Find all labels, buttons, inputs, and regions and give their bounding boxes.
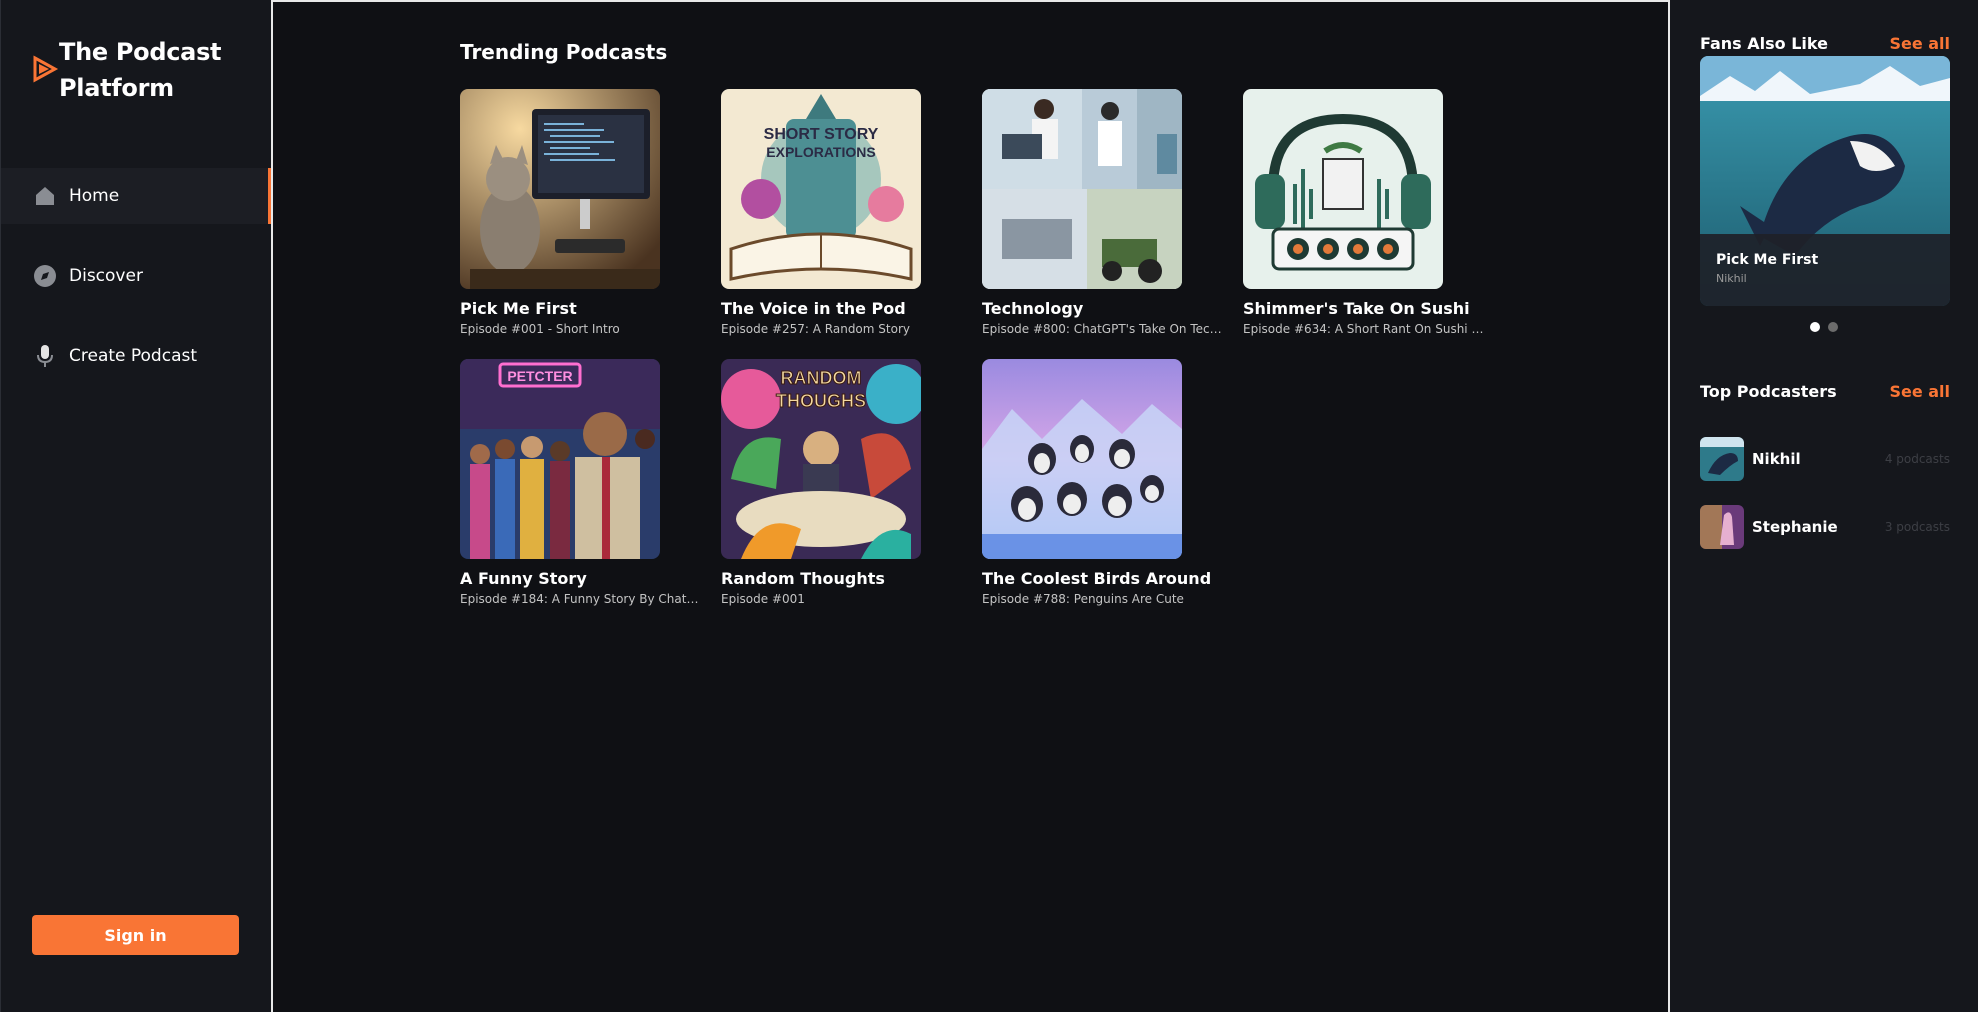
podcast-title: The Voice in the Pod <box>721 299 906 318</box>
compass-icon <box>33 264 57 288</box>
carousel-dot-1[interactable] <box>1810 322 1820 332</box>
podcast-card[interactable]: Shimmer's Take On Sushi Episode #634: A … <box>1243 89 1504 336</box>
svg-text:PETCTER: PETCTER <box>507 368 572 384</box>
fans-also-like-header: Fans Also Like See all <box>1700 34 1950 53</box>
nav-label-home: Home <box>69 186 120 206</box>
fans-carousel-slide[interactable]: Pick Me First Nikhil <box>1700 56 1950 306</box>
main-content: Trending Podcasts Pick Me First Episode … <box>271 0 1670 1012</box>
podcast-logo-icon <box>31 54 59 84</box>
podcast-episode: Episode #001 <box>721 592 805 606</box>
podcast-card[interactable]: Technology Episode #800: ChatGPT's Take … <box>982 89 1243 336</box>
carousel-caption: Pick Me First Nikhil <box>1700 234 1950 306</box>
fans-see-all-link[interactable]: See all <box>1889 34 1950 53</box>
avatar <box>1700 437 1744 481</box>
microphone-icon <box>33 344 57 368</box>
podcast-cover <box>460 89 660 289</box>
section-title: Trending Podcasts <box>460 40 668 64</box>
podcaster-name: Stephanie <box>1752 518 1838 536</box>
podcast-cover <box>982 359 1182 559</box>
nav-label-discover: Discover <box>69 266 143 286</box>
podcast-episode: Episode #184: A Funny Story By ChatGPT <box>460 592 706 606</box>
podcast-title: Random Thoughts <box>721 569 885 588</box>
nav-label-create-podcast: Create Podcast <box>69 346 198 366</box>
avatar <box>1700 505 1744 549</box>
carousel-pagination <box>1810 322 1838 332</box>
podcaster-count: 4 podcasts <box>1884 452 1950 466</box>
nav-item-home[interactable]: Home <box>1 168 272 224</box>
podcast-cover: SHORT STORY EXPLORATIONS <box>721 89 921 289</box>
brand[interactable]: The Podcast Platform <box>31 34 259 106</box>
podcast-title: A Funny Story <box>460 569 587 588</box>
podcast-cover <box>982 89 1182 289</box>
podcast-title: Technology <box>982 299 1084 318</box>
podcast-card[interactable]: Pick Me First Episode #001 - Short Intro <box>460 89 721 336</box>
home-icon <box>33 184 57 208</box>
podcast-title: Shimmer's Take On Sushi <box>1243 299 1470 318</box>
sign-in-button[interactable]: Sign in <box>32 915 239 955</box>
podcast-title: The Coolest Birds Around <box>982 569 1212 588</box>
podcaster-item[interactable]: Stephanie 3 podcasts <box>1700 504 1950 550</box>
left-sidebar: The Podcast Platform Home Discover Creat… <box>0 0 272 1012</box>
podcaster-count: 3 podcasts <box>1884 520 1950 534</box>
top-podcasters-header: Top Podcasters See all <box>1700 382 1950 401</box>
podcast-episode: Episode #800: ChatGPT's Take On Technolo… <box>982 322 1228 336</box>
podcast-episode: Episode #001 - Short Intro <box>460 322 620 336</box>
podcast-cover: PETCTER <box>460 359 660 559</box>
podcast-cover: RANDOM THOUGHS <box>721 359 921 559</box>
podcast-episode: Episode #788: Penguins Are Cute <box>982 592 1184 606</box>
podcast-card[interactable]: PETCTER A Funny Story Episode #184: A Fu… <box>460 359 721 606</box>
podcast-card[interactable]: SHORT STORY EXPLORATIONS The Voice in th… <box>721 89 982 336</box>
podcast-card[interactable]: RANDOM THOUGHS Random Thoughts Episode #… <box>721 359 982 606</box>
podcast-cover <box>1243 89 1443 289</box>
svg-text:EXPLORATIONS: EXPLORATIONS <box>766 144 875 160</box>
right-sidebar: Fans Also Like See all Pick Me First Nik… <box>1670 0 1978 1012</box>
nav-item-create-podcast[interactable]: Create Podcast <box>1 328 272 384</box>
podcast-episode: Episode #257: A Random Story <box>721 322 910 336</box>
top-podcasters-title: Top Podcasters <box>1700 382 1837 401</box>
svg-text:THOUGHS: THOUGHS <box>776 391 866 411</box>
podcast-card[interactable]: The Coolest Birds Around Episode #788: P… <box>982 359 1243 606</box>
podcast-episode: Episode #634: A Short Rant On Sushi By S… <box>1243 322 1489 336</box>
top-podcasters-see-all-link[interactable]: See all <box>1889 382 1950 401</box>
podcast-title: Pick Me First <box>460 299 577 318</box>
podcaster-name: Nikhil <box>1752 450 1801 468</box>
brand-title: The Podcast Platform <box>59 38 222 102</box>
podcaster-item[interactable]: Nikhil 4 podcasts <box>1700 436 1950 482</box>
fans-also-like-title: Fans Also Like <box>1700 34 1828 53</box>
carousel-author: Nikhil <box>1716 272 1747 285</box>
carousel-dot-2[interactable] <box>1828 322 1838 332</box>
svg-text:SHORT STORY: SHORT STORY <box>764 126 879 143</box>
svg-text:RANDOM: RANDOM <box>781 368 862 388</box>
carousel-title: Pick Me First <box>1716 252 1819 268</box>
nav-item-discover[interactable]: Discover <box>1 248 272 304</box>
main-nav: Home Discover Create Podcast <box>1 168 272 408</box>
